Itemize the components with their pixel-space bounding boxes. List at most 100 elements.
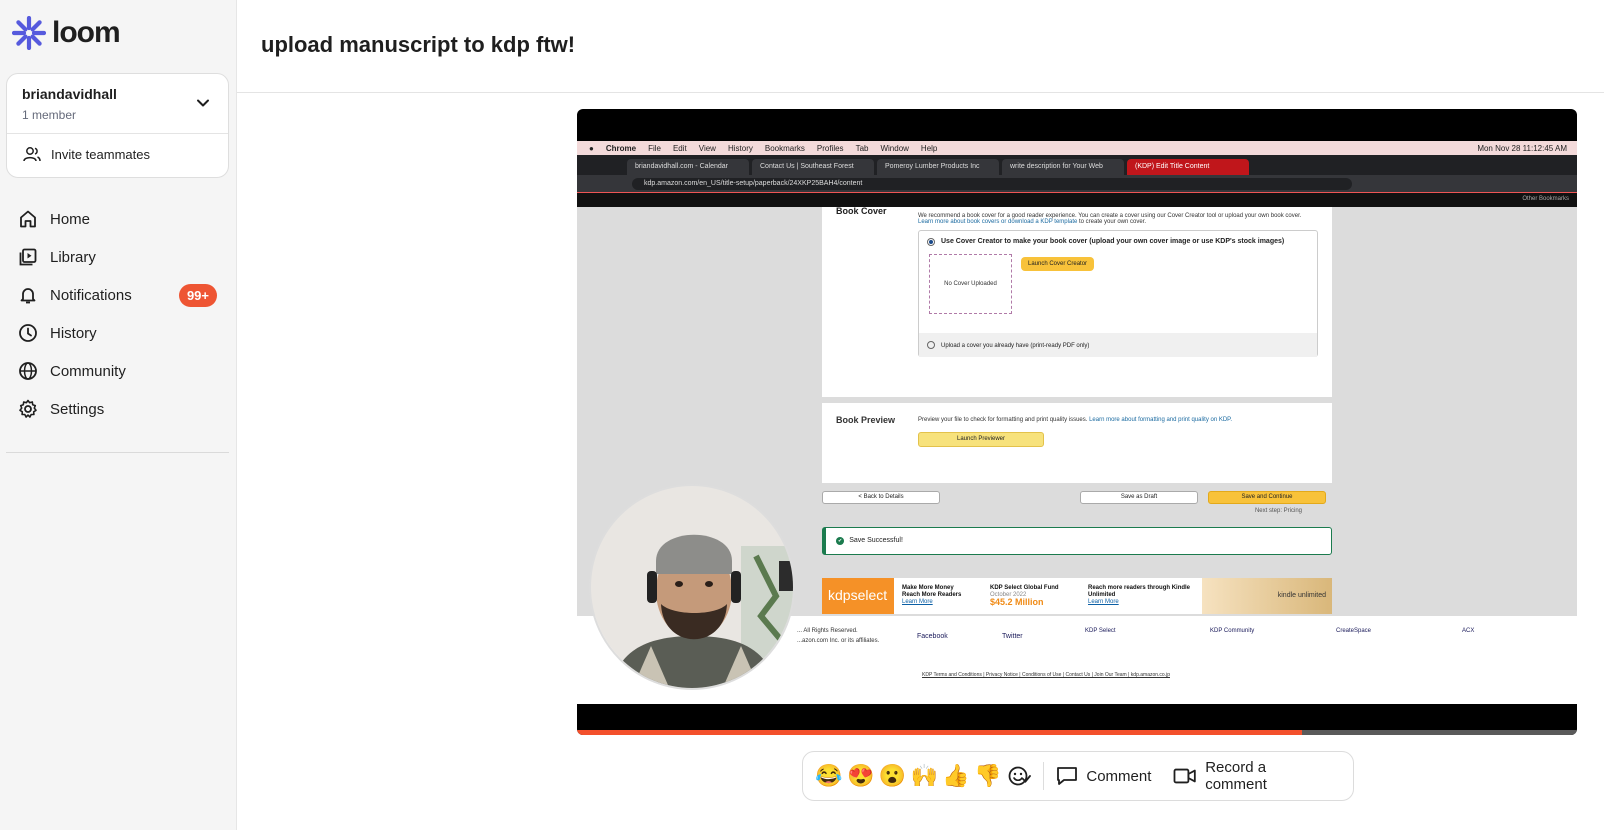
comment-button[interactable]: Comment <box>1056 766 1151 786</box>
menubar-app: Chrome <box>605 143 637 153</box>
nav-item-notifications[interactable]: Notifications 99+ <box>18 276 218 314</box>
nav-item-community[interactable]: Community <box>18 352 218 390</box>
book-cover-heading: Book Cover <box>836 206 887 216</box>
bell-icon <box>20 288 36 304</box>
menubar-item: Tab <box>855 143 869 153</box>
globe-icon <box>19 362 37 380</box>
workspace-member-count: 1 member <box>22 108 77 122</box>
record-comment-label: Record a comment <box>1205 759 1267 793</box>
footer-kdp-community: KDP Community <box>1210 628 1255 634</box>
banner-col3-link: Learn More <box>1088 599 1119 605</box>
footer-acx: ACX <box>1462 628 1475 634</box>
browser-tab: write description for Your Web <box>1002 159 1124 175</box>
add-reaction-button[interactable] <box>1004 760 1036 792</box>
video-camera-icon <box>1173 768 1197 784</box>
sidebar: loom briandavidhall 1 member Invite team… <box>0 0 237 830</box>
nav-item-home[interactable]: Home <box>18 200 218 238</box>
apple-icon: ● <box>589 143 594 153</box>
main-nav: Home Library Notifications 99+ History C… <box>18 200 218 428</box>
launch-previewer-button: Launch Previewer <box>918 432 1044 447</box>
footer-twitter: Twitter <box>1002 633 1023 640</box>
loom-asterisk-icon <box>12 16 46 50</box>
footer-createspace: CreateSpace <box>1336 628 1372 634</box>
workspace-card: briandavidhall 1 member Invite teammates <box>6 73 229 178</box>
save-as-draft-button: Save as Draft <box>1080 491 1198 504</box>
preview-note-link: Learn more about formatting and print qu… <box>1089 417 1233 423</box>
header-divider <box>237 92 1604 93</box>
upload-cover-radio <box>927 341 935 349</box>
nav-label-home: Home <box>50 210 91 228</box>
comment-icon <box>1057 767 1078 785</box>
reaction-heart-eyes[interactable]: 😍 <box>845 760 877 792</box>
banner-col1-link: Learn More <box>902 599 933 605</box>
nav-item-library[interactable]: Library <box>18 238 218 276</box>
kdp-action-row: < Back to Details Save as Draft Save and… <box>822 491 1332 531</box>
workspace-switcher[interactable]: briandavidhall 1 member <box>7 74 228 134</box>
home-icon <box>20 210 36 228</box>
nav-item-settings[interactable]: Settings <box>18 390 218 428</box>
banner-col-fund: KDP Select Global Fund October 2022 $45.… <box>990 585 1059 607</box>
reaction-divider <box>1043 762 1045 790</box>
browser-url: kdp.amazon.com/en_US/title-setup/paperba… <box>632 178 1352 190</box>
menubar-item: Help <box>920 143 938 153</box>
menubar-item: Profiles <box>816 143 844 153</box>
nav-label-history: History <box>50 324 97 342</box>
upload-cover-option: Upload a cover you already have (print-r… <box>941 343 1090 349</box>
playback-progress-bar[interactable] <box>577 730 1577 735</box>
browser-tab-active: (KDP) Edit Title Content <box>1127 159 1249 175</box>
nav-label-notifications: Notifications <box>50 286 132 304</box>
banner-col2-amount: $45.2 Million <box>990 597 1044 607</box>
bookmarks-bar: Other Bookmarks <box>577 193 1577 207</box>
invite-label: Invite teammates <box>51 146 150 162</box>
cover-creator-option: Use Cover Creator to make your book cove… <box>941 238 1285 245</box>
banner-col1-title: Make More Money <box>902 585 954 591</box>
nav-item-history[interactable]: History <box>18 314 218 352</box>
menubar-item: History <box>727 143 753 153</box>
reaction-surprised[interactable]: 😮 <box>877 760 909 792</box>
reaction-thumbs-down[interactable]: 👎 <box>972 760 1004 792</box>
cover-note-link: Learn more about book covers or download… <box>918 219 1078 225</box>
cover-options-box: Use Cover Creator to make your book cove… <box>918 230 1318 357</box>
video-title[interactable]: upload manuscript to kdp ftw! <box>261 32 575 58</box>
footer-kdp-select: KDP Select <box>1085 628 1116 634</box>
comment-label: Comment <box>1086 767 1152 785</box>
back-to-details-button: < Back to Details <box>822 491 940 504</box>
menubar-item: Bookmarks <box>764 143 805 153</box>
gear-icon <box>19 399 37 418</box>
browser-tab: briandavidhall.com - Calendar <box>627 159 749 175</box>
no-cover-placeholder: No Cover Uploaded <box>929 254 1012 314</box>
banner-col-money: Make More Money Reach More Readers Learn… <box>902 585 961 606</box>
next-step-label: Next step: Pricing <box>1254 508 1302 514</box>
banner-col1-sub: Reach More Readers <box>902 592 962 598</box>
clock-icon <box>19 324 37 342</box>
chevron-down-icon <box>197 99 209 107</box>
preview-note-text: Preview your file to check for formattin… <box>918 417 1090 423</box>
video-player[interactable]: ● Chrome File Edit View History Bookmark… <box>577 109 1577 735</box>
reaction-thumbs-up[interactable]: 👍 <box>940 760 972 792</box>
browser-tab: Contact Us | Southeast Forest <box>752 159 874 175</box>
menubar-item: Edit <box>672 143 687 153</box>
invite-teammates-button[interactable]: Invite teammates <box>7 134 228 174</box>
playback-progress-fill <box>577 730 1302 735</box>
book-preview-section: Book Preview Preview your file to check … <box>822 403 1332 483</box>
library-icon <box>19 248 37 266</box>
footer-facebook: Facebook <box>917 633 948 640</box>
reaction-laugh[interactable]: 😂 <box>813 760 845 792</box>
menubar-item: View <box>698 143 716 153</box>
save-and-continue-button: Save and Continue <box>1208 491 1326 504</box>
footer-affiliates: ...azon.com Inc. or its affiliates. <box>797 638 880 644</box>
users-icon <box>23 147 41 162</box>
cover-creator-radio <box>927 238 935 246</box>
reaction-raised-hands[interactable]: 🙌 <box>908 760 940 792</box>
record-comment-button[interactable]: Record a comment <box>1173 759 1331 793</box>
kdp-select-logo: kdpselect <box>822 578 894 614</box>
sidebar-divider <box>6 452 229 453</box>
browser-tab: Pomeroy Lumber Products Inc <box>877 159 999 175</box>
reaction-bar: 😂 😍 😮 🙌 👍 👎 Comment Record a comment <box>802 751 1354 801</box>
cover-note-suffix: to create your own cover. <box>1077 219 1147 225</box>
launch-cover-creator-button: Launch Cover Creator <box>1021 257 1095 271</box>
notifications-badge: 99+ <box>178 284 217 307</box>
loom-logo[interactable]: loom <box>12 16 121 50</box>
book-preview-note: Preview your file to check for formattin… <box>918 417 1232 423</box>
webcam-bubble[interactable] <box>589 484 795 690</box>
